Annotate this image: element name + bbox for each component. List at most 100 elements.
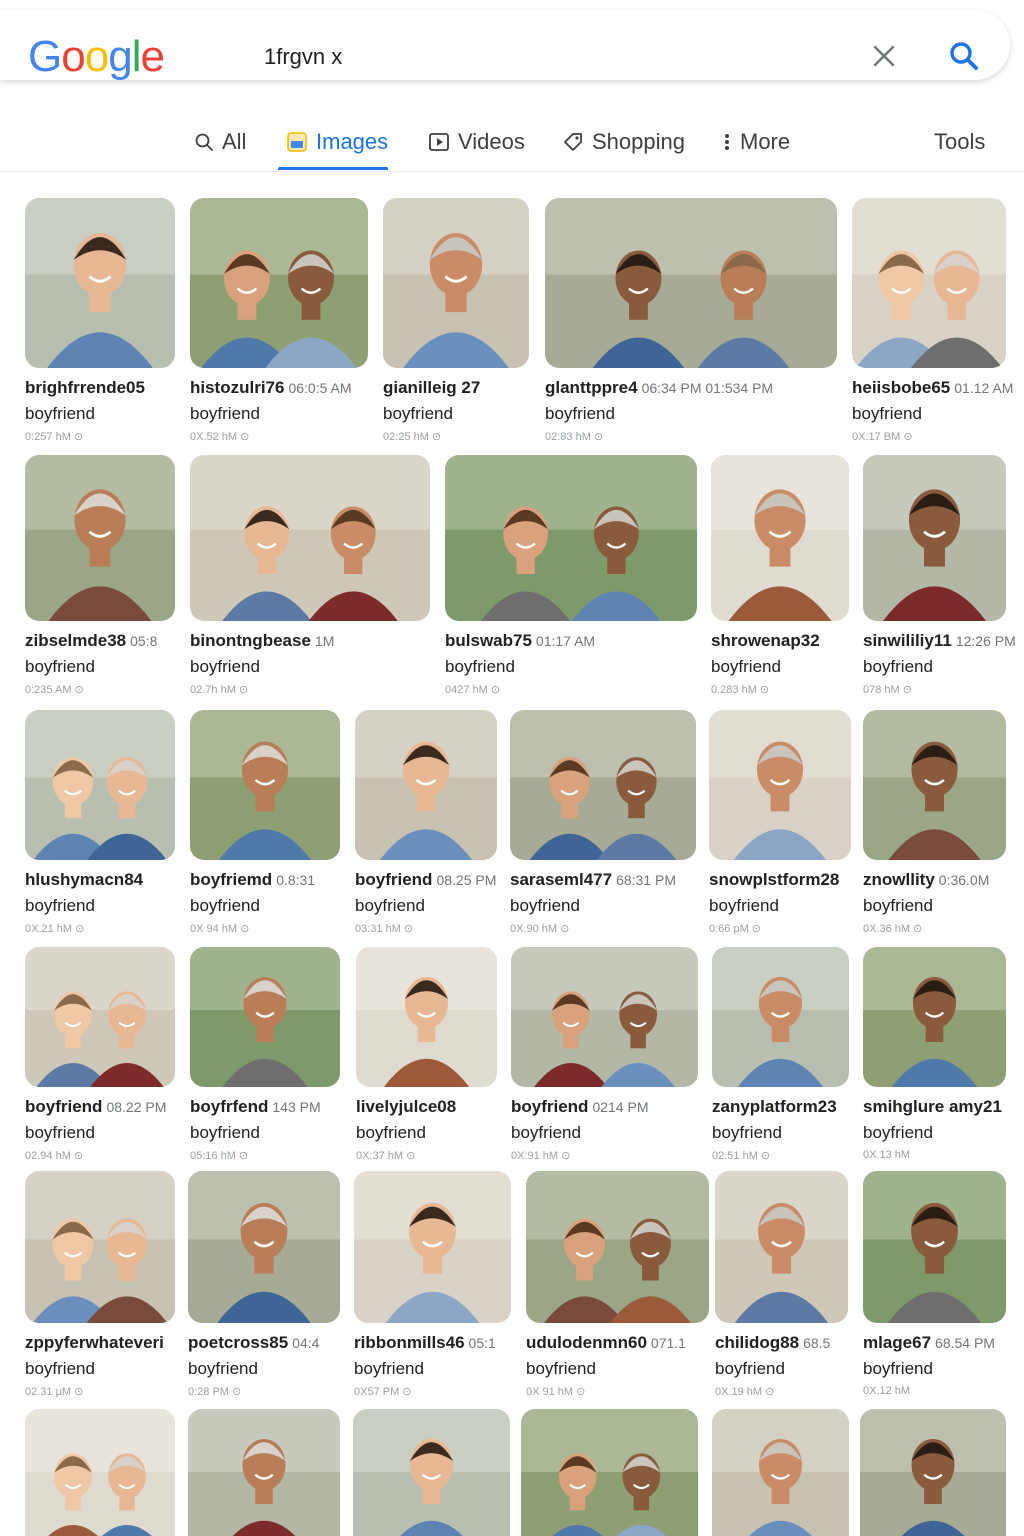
result-title[interactable]: sinwililiy11 12:26 PM [863,631,1016,651]
clear-search-button[interactable] [866,38,902,74]
result-thumbnail[interactable] [545,198,837,368]
result-thumbnail[interactable] [25,1171,175,1323]
result-thumbnail[interactable] [863,710,1006,860]
result-thumbnail[interactable] [445,455,697,621]
result-thumbnail[interactable] [526,1171,709,1323]
result-thumbnail[interactable] [715,1171,848,1323]
result-title-text: hlushymacn84 [25,870,144,889]
tab-images[interactable]: Images [286,124,388,160]
result-title[interactable]: snowplstform28 [709,870,839,890]
result-title[interactable]: hlushymacn84 [25,870,143,890]
result-title[interactable]: boyfriemd 0.8:31 [190,870,315,890]
result-thumbnail[interactable] [355,710,497,860]
result-thumbnail[interactable] [712,947,849,1087]
result-title[interactable]: livelyjulce08 [356,1097,456,1117]
result-title[interactable]: boyfriend 08.22 PM [25,1097,166,1117]
result-title[interactable]: boyfriend 0214 PM [511,1097,649,1117]
result-source: boyfriend [25,657,95,676]
tab-all[interactable]: All [194,124,246,160]
result-title-text: smihglure amy21 [863,1097,1002,1116]
result-title[interactable]: chilidog88 68.5 [715,1333,830,1353]
result-source: boyfriend [25,896,95,915]
tab-videos[interactable]: Videos [428,124,525,160]
result-title[interactable]: zibselmde38 05:8 [25,631,157,651]
result-thumbnail[interactable] [25,947,175,1087]
result-title[interactable]: brighfrrende05 [25,378,145,398]
result-time: 0:36.0M [938,872,990,888]
result-thumbnail[interactable] [852,198,1006,368]
logo-letter: G [28,32,62,81]
result-thumbnail[interactable] [511,947,698,1087]
result-title[interactable]: shrowenap32 [711,631,820,651]
result-meta: 05:16 hM ⊙ [190,1150,249,1162]
result-thumbnail[interactable] [190,198,368,368]
tab-more[interactable]: More [722,124,790,160]
result-thumbnail[interactable] [863,1171,1006,1323]
result-thumbnail[interactable] [521,1409,698,1536]
result-title[interactable]: udulodenmn60 071.1 [526,1333,686,1353]
result-title[interactable]: gianilleig 27 [383,378,480,398]
result-source: boyfriend [863,1123,933,1142]
tab-shopping[interactable]: Shopping [562,124,685,160]
result-title[interactable]: binontngbease 1M [190,631,334,651]
result-source: boyfriend [863,896,933,915]
result-thumbnail[interactable] [25,198,175,368]
result-thumbnail[interactable] [709,710,851,860]
result-thumbnail[interactable] [25,1409,175,1536]
result-time: 04:4 [292,1335,320,1351]
tab-tools[interactable]: Tools [934,124,985,160]
result-source: boyfriend [190,1123,260,1142]
result-title[interactable]: ribbonmills46 05:1 [354,1333,496,1353]
result-thumbnail[interactable] [188,1171,340,1323]
search-bar[interactable]: Google 1frgvn x [0,10,1010,82]
result-time: 0214 PM [592,1099,649,1115]
result-time: 68.5 [803,1335,831,1351]
result-title[interactable]: saraseml477 68:31 PM [510,870,676,890]
result-title-text: binontngbease [190,631,311,650]
result-title-text: boyfriend [355,870,433,889]
result-thumbnail[interactable] [188,1409,340,1536]
search-button[interactable] [944,36,984,76]
tab-label: Tools [934,129,986,154]
result-title[interactable]: smihglure amy21 [863,1097,1002,1117]
result-thumbnail[interactable] [712,1409,849,1536]
result-title[interactable]: mlage67 68.54 PM [863,1333,995,1353]
result-title[interactable]: boyfrfend 143 PM [190,1097,321,1117]
result-title[interactable]: zanyplatform23 [712,1097,837,1117]
result-title[interactable]: poetcross85 04:4 [188,1333,319,1353]
result-thumbnail[interactable] [356,947,497,1087]
result-thumbnail[interactable] [353,1409,510,1536]
result-thumbnail[interactable] [510,710,696,860]
result-thumbnail[interactable] [190,455,430,621]
result-thumbnail[interactable] [190,947,340,1087]
result-meta: 0X57 PM ⊙ [354,1386,412,1398]
result-title[interactable]: bulswab75 01:17 AM [445,631,595,651]
result-thumbnail[interactable] [25,710,175,860]
result-thumbnail[interactable] [863,947,1006,1087]
result-time: 68:31 PM [616,872,677,888]
result-thumbnail[interactable] [354,1171,511,1323]
result-time: 1M [314,633,335,649]
result-title-text: poetcross85 [188,1333,289,1352]
result-thumbnail[interactable] [711,455,849,621]
result-thumbnail[interactable] [25,455,175,621]
result-title-text: gianilleig 27 [383,378,481,397]
result-title[interactable]: zppyferwhateveri [25,1333,164,1353]
result-title[interactable]: glanttppre4 06:34 PM 01:534 PM [545,378,773,398]
result-thumbnail[interactable] [383,198,529,368]
search-input[interactable]: 1frgvn x [264,44,342,70]
result-thumbnail[interactable] [860,1409,1006,1536]
result-title[interactable]: heiisbobe65 01.12 AM [852,378,1013,398]
result-source: boyfriend [355,896,425,915]
result-title[interactable]: znowllity 0:36.0M [863,870,989,890]
result-title-text: bulswab75 [445,631,532,650]
result-time: 05:8 [130,633,158,649]
result-thumbnail[interactable] [863,455,1006,621]
google-logo[interactable]: Google [28,32,165,82]
result-title[interactable]: histozulri76 06:0:5 AM [190,378,352,398]
result-title-text: udulodenmn60 [526,1333,647,1352]
result-time: 05:1 [468,1335,496,1351]
result-thumbnail[interactable] [190,710,340,860]
result-title-text: chilidog88 [715,1333,800,1352]
result-title[interactable]: boyfriend 08.25 PM [355,870,496,890]
